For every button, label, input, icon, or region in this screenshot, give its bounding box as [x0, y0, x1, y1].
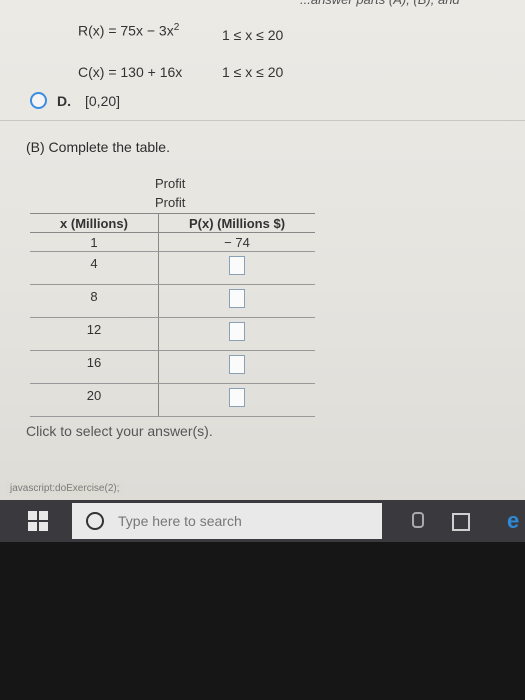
taskbar-search[interactable]: Type here to search: [72, 503, 382, 539]
x-cell: 12: [30, 317, 159, 351]
p-cell: [158, 317, 315, 351]
search-placeholder: Type here to search: [118, 513, 242, 529]
p-cell: [158, 350, 315, 384]
profit-header-2: Profit: [155, 195, 186, 210]
edge-browser-icon[interactable]: e: [507, 508, 519, 534]
x-cell: 20: [30, 383, 159, 417]
col-p-header: P(x) (Millions $): [158, 213, 315, 233]
answer-input[interactable]: [229, 322, 245, 341]
cost-domain: 1 ≤ x ≤ 20: [222, 64, 284, 80]
revenue-exponent: 2: [173, 22, 180, 33]
x-cell: 8: [30, 284, 159, 318]
cortana-icon: [86, 512, 104, 530]
click-hint: Click to select your answer(s).: [26, 423, 213, 439]
part-b-question: (B) Complete the table.: [26, 139, 170, 155]
table-row: 1 − 74: [30, 232, 315, 252]
option-d-text: [0,20]: [85, 92, 121, 109]
table-row: 4: [30, 251, 315, 285]
option-d[interactable]: D. [0,20]: [30, 92, 120, 109]
answer-input[interactable]: [229, 256, 245, 275]
divider: [0, 120, 525, 121]
exercise-screen: ...answer parts (A), (B), and R(x) = 75x…: [0, 0, 525, 500]
monitor-bezel: [0, 542, 525, 700]
p-cell: [158, 383, 315, 417]
table-row: 8: [30, 284, 315, 318]
taskbar: Type here to search e: [0, 500, 525, 542]
answer-input[interactable]: [229, 289, 245, 308]
revenue-lhs: R(x) = 75x − 3x: [78, 22, 174, 39]
task-view-icon[interactable]: [452, 513, 470, 531]
table-row: 12: [30, 317, 315, 351]
p-cell: − 74: [158, 232, 315, 252]
profit-table: x (Millions) P(x) (Millions $) 1 − 74 4 …: [30, 213, 315, 417]
revenue-equation: R(x) = 75x − 3x2: [78, 22, 179, 39]
option-d-radio[interactable]: [30, 92, 47, 109]
x-cell: 16: [30, 350, 159, 384]
table-row: 16: [30, 350, 315, 384]
table-row: 20: [30, 383, 315, 417]
cost-equation: C(x) = 130 + 16x: [78, 64, 183, 80]
p-cell: [158, 251, 315, 285]
option-d-letter: D.: [57, 92, 71, 109]
x-cell: 4: [30, 251, 159, 285]
status-bar-url: javascript:doExercise(2);: [6, 482, 124, 495]
p-cell: [158, 284, 315, 318]
profit-header-1: Profit: [155, 176, 186, 191]
col-x-header: x (Millions): [30, 213, 159, 233]
x-cell: 1: [30, 232, 159, 252]
microphone-icon[interactable]: [412, 512, 424, 528]
answer-input[interactable]: [229, 355, 245, 374]
top-strip-text: ...answer parts (A), (B), and: [300, 0, 525, 8]
table-header-row: x (Millions) P(x) (Millions $): [30, 213, 315, 233]
answer-input[interactable]: [229, 388, 245, 407]
revenue-domain: 1 ≤ x ≤ 20: [222, 27, 284, 43]
windows-start-icon[interactable]: [28, 511, 48, 531]
